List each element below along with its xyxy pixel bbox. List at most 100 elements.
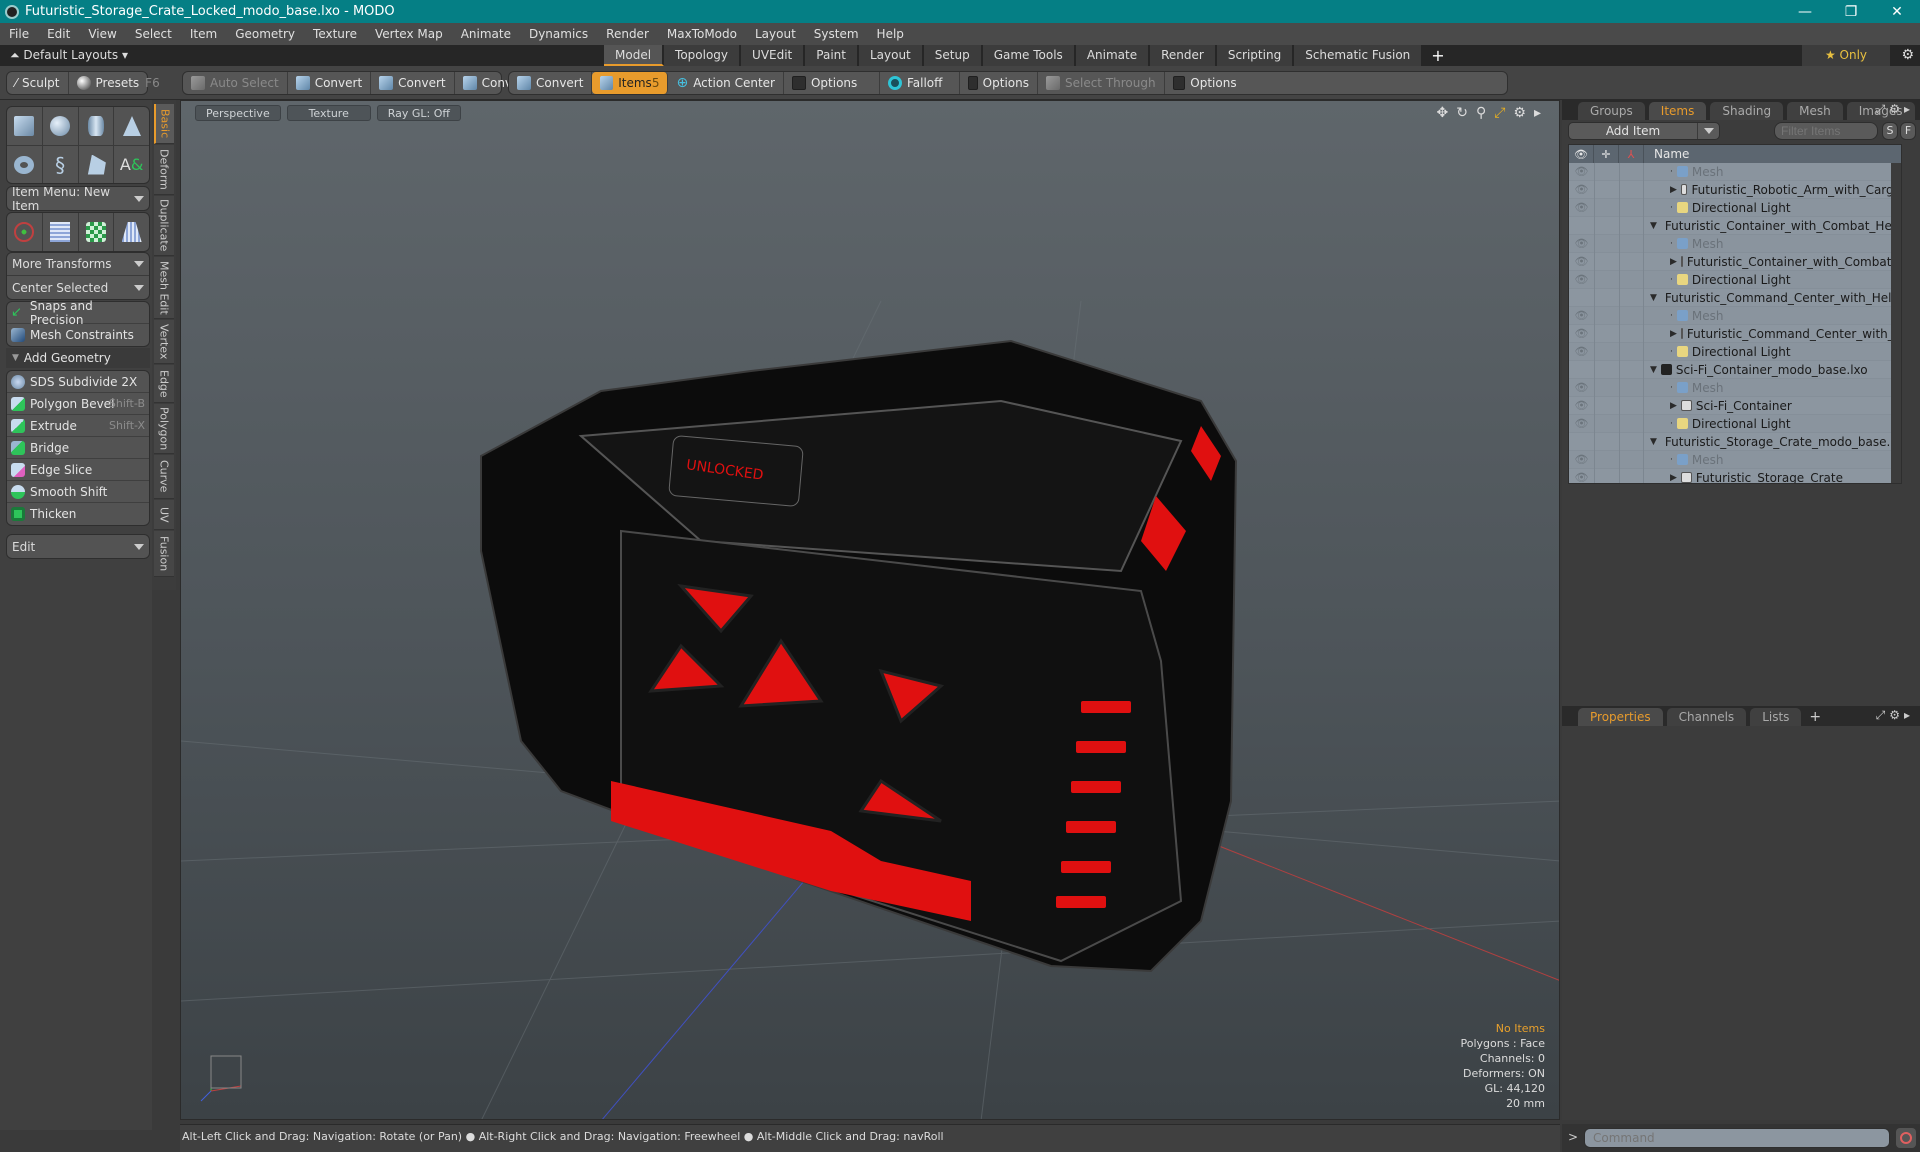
snaps-and-precision-button[interactable]: ↙ Snaps and Precision [7,299,149,327]
3d-viewport[interactable]: UNLOCKED Perspective Texture Ray GL: Off… [180,100,1560,1120]
collapsed-triangle-icon[interactable]: ▶ [1670,185,1677,195]
axis-cell[interactable] [1619,360,1644,379]
menu-help[interactable]: Help [868,27,913,41]
cone-tool-button[interactable] [114,107,149,145]
sds-subdivide-button[interactable]: SDS Subdivide 2X [7,371,149,393]
item-row-scene[interactable]: ▼ Futuristic_Container_with_Combat_Helmet… [1569,216,1901,235]
visibility-eye-icon[interactable]: 👁 [1569,381,1594,394]
tab-render[interactable]: Render [1150,45,1217,66]
lock-cell[interactable] [1594,468,1619,483]
tab-channels[interactable]: Channels [1666,708,1747,726]
visibility-eye-icon[interactable]: 👁 [1569,327,1594,340]
viewport-gear-icon[interactable]: ⚙ [1513,105,1526,121]
vtab-uv[interactable]: UV [154,500,174,530]
view-mode-dropdown[interactable]: Perspective [195,105,281,121]
panel-gear-icon[interactable]: ⚙ [1889,102,1904,116]
item-row-mesh[interactable]: 👁 · Mesh [1569,450,1901,469]
axis-cell[interactable] [1619,180,1644,199]
item-row-folder[interactable]: 👁 ▶ Futuristic_Command_Center_with_Hellm .… [1569,324,1901,343]
maximize-viewport-icon[interactable]: ⤢ [1494,105,1505,121]
item-list-scrollbar[interactable] [1891,163,1901,483]
visibility-eye-icon[interactable]: 👁 [1569,309,1594,322]
menu-animate[interactable]: Animate [452,27,520,41]
filter-items-input[interactable] [1774,122,1878,140]
lock-cell[interactable] [1594,324,1619,343]
tab-properties[interactable]: Properties [1578,708,1663,726]
collapsed-triangle-icon[interactable]: ▶ [1670,401,1677,411]
tab-uvedit[interactable]: UVEdit [741,45,806,66]
item-row-mesh[interactable]: 👁 · Mesh [1569,234,1901,253]
item-row-folder[interactable]: 👁 ▶ Futuristic_Container_with_Combat_Helm.… [1569,252,1901,271]
collapsed-triangle-icon[interactable]: ▶ [1670,257,1677,267]
visibility-column-eye-icon[interactable]: 👁 [1569,145,1594,163]
menu-layout[interactable]: Layout [746,27,805,41]
axis-cell[interactable] [1619,234,1644,253]
tab-paint[interactable]: Paint [805,45,859,66]
action-center-options-button[interactable]: Options [784,72,880,94]
add-layout-tab-button[interactable]: + [1423,45,1452,66]
lock-cell[interactable] [1594,270,1619,289]
spiral-tool-button[interactable]: § [43,146,79,183]
lock-cell[interactable] [1594,180,1619,199]
vtab-duplicate[interactable]: Duplicate [154,196,174,256]
cylinder-tool-button[interactable] [79,107,115,145]
s-filter-button[interactable]: S [1882,122,1898,140]
item-row-light[interactable]: 👁 · Directional Light [1569,270,1901,289]
item-row-light[interactable]: 👁 · Directional Light [1569,198,1901,217]
record-macro-button[interactable] [1896,1128,1916,1148]
item-menu-dropdown[interactable]: Item Menu: New Item [7,185,149,213]
expanded-triangle-icon[interactable]: ▼ [1650,293,1657,303]
sculpt-button[interactable]: ⁄ Sculpt [7,72,69,94]
action-center-button[interactable]: ⊕ Action Center [668,72,784,94]
visibility-eye-icon[interactable]: 👁 [1569,255,1594,268]
more-transforms-dropdown[interactable]: More Transforms [7,253,149,276]
lock-cell[interactable] [1594,252,1619,271]
visibility-eye-icon[interactable]: 👁 [1569,201,1594,214]
menu-render[interactable]: Render [597,27,658,41]
tab-groups[interactable]: Groups [1578,102,1645,120]
thicken-button[interactable]: Thicken [7,503,149,525]
axis-cell[interactable] [1619,162,1644,181]
lock-cell[interactable] [1594,342,1619,361]
visibility-eye-icon[interactable]: 👁 [1569,453,1594,466]
add-item-dropdown-arrow[interactable] [1697,123,1719,139]
raygl-toggle[interactable]: Ray GL: Off [376,105,461,121]
axis-cell[interactable] [1619,378,1644,397]
edge-slice-button[interactable]: Edge Slice [7,459,149,481]
visibility-eye-icon[interactable]: 👁 [1569,165,1594,178]
lock-cell[interactable] [1594,288,1619,307]
lock-cell[interactable] [1594,216,1619,235]
transform-tool-button[interactable] [7,213,43,251]
only-toggle[interactable]: ★ Only [1802,45,1890,66]
panel-arrow-icon[interactable]: ▸ [1904,708,1914,722]
vtab-edge[interactable]: Edge [154,365,174,403]
axis-cell[interactable] [1619,324,1644,343]
tab-layout[interactable]: Layout [858,45,924,66]
item-row-light[interactable]: 👁 · Directional Light [1569,342,1901,361]
smooth-shift-button[interactable]: Smooth Shift [7,481,149,503]
tab-setup[interactable]: Setup [923,45,983,66]
auto-select-button[interactable]: Auto Select [183,72,288,94]
item-row-mesh[interactable]: 👁 · Mesh [1569,162,1901,181]
expanded-triangle-icon[interactable]: ▼ [1650,221,1657,231]
visibility-eye-icon[interactable]: 👁 [1569,273,1594,286]
collapsed-triangle-icon[interactable]: ▶ [1670,329,1677,339]
axis-cell[interactable] [1619,432,1644,451]
panel-gear-icon[interactable]: ⚙ [1889,708,1904,722]
item-row-scene[interactable]: ▼ Futuristic_Command_Center_with_Hellmet … [1569,288,1901,307]
add-geometry-header[interactable]: ▼ Add Geometry [6,348,150,368]
falloff-button[interactable]: Falloff [880,72,960,94]
bridge-button[interactable]: Bridge [7,437,149,459]
tab-game-tools[interactable]: Game Tools [982,45,1076,66]
vtab-mesh-edit[interactable]: Mesh Edit [154,257,174,319]
axis-cell[interactable] [1619,468,1644,483]
item-row-folder[interactable]: 👁 ▶ Sci-Fi_Container [1569,396,1901,415]
visibility-eye-icon[interactable]: 👁 [1569,471,1594,483]
axis-cell[interactable] [1619,288,1644,307]
vtab-curve[interactable]: Curve [154,455,174,499]
convert-vertices-button[interactable]: Convert [288,72,372,94]
tab-shading[interactable]: Shading [1710,102,1784,120]
close-button[interactable]: ✕ [1874,0,1920,23]
texture-checker-button[interactable] [79,213,115,251]
lock-cell[interactable] [1594,306,1619,325]
